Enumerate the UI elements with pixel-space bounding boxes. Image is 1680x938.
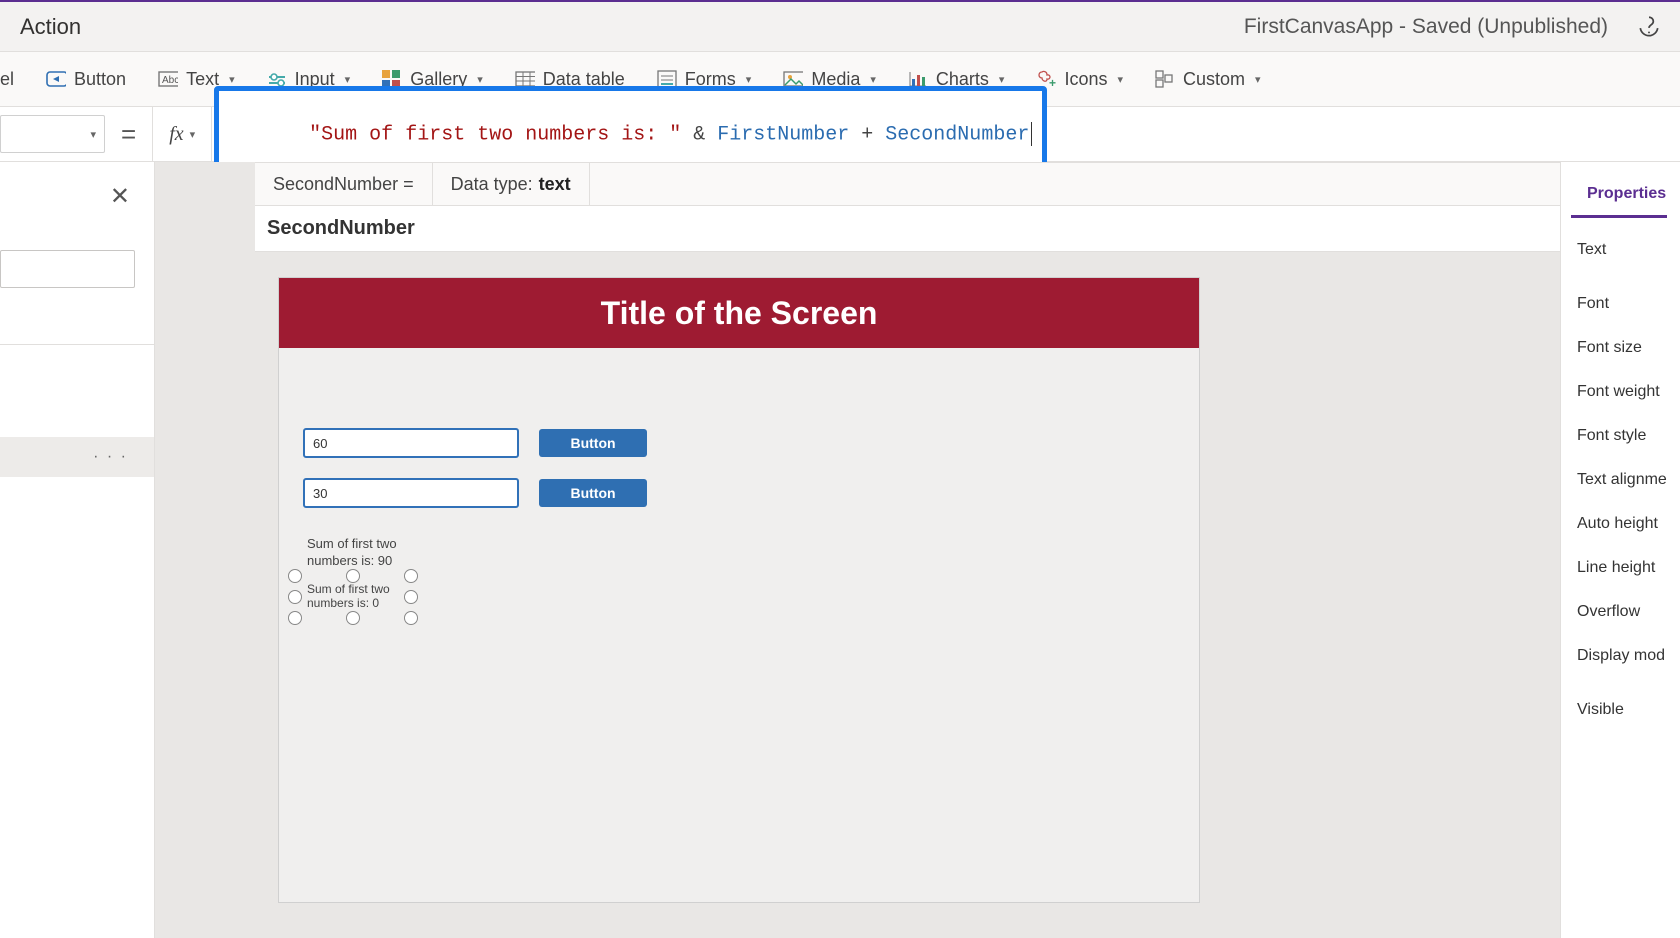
prop-auto-height[interactable]: Auto height	[1561, 502, 1680, 546]
chevron-down-icon: ▾	[746, 73, 752, 86]
ribbon-button[interactable]: Button	[30, 69, 142, 90]
prop-font[interactable]: Font	[1561, 282, 1680, 326]
prop-font-size[interactable]: Font size	[1561, 326, 1680, 370]
prop-text[interactable]: Text	[1561, 228, 1680, 272]
ribbon-custom[interactable]: Custom▾	[1139, 69, 1277, 90]
ribbon-tab-action[interactable]: Action	[0, 14, 101, 40]
button-2[interactable]: Button	[539, 479, 647, 507]
text-input-1[interactable]: 60	[303, 428, 519, 458]
chevron-down-icon: ▾	[477, 73, 483, 86]
chevron-down-icon: ▾	[90, 128, 96, 141]
text-icon: Abc	[158, 69, 178, 89]
button-icon	[46, 69, 66, 89]
ribbon-prev-partial[interactable]: el	[0, 69, 30, 90]
equals-sign: =	[105, 119, 152, 150]
text-input-2[interactable]: 30	[303, 478, 519, 508]
intellisense-datatype: Data type: text	[433, 163, 590, 205]
tree-item-selected[interactable]: · · ·	[0, 437, 154, 477]
help-icon[interactable]	[1636, 14, 1662, 40]
screen-title-label[interactable]: Title of the Screen	[279, 278, 1199, 348]
prop-display-mode[interactable]: Display mod	[1561, 634, 1680, 678]
resize-handle[interactable]	[346, 569, 360, 583]
prop-font-style[interactable]: Font style	[1561, 414, 1680, 458]
fx-button[interactable]: fx▾	[152, 107, 212, 162]
svg-text:+: +	[1049, 76, 1056, 88]
close-icon[interactable]: ✕	[110, 182, 130, 211]
tree-view-panel: ✕ · · ·	[0, 162, 155, 938]
chevron-down-icon: ▾	[345, 73, 351, 86]
formula-bar: ▾ = fx▾ "Sum of first two numbers is: " …	[0, 107, 1680, 162]
resize-handle[interactable]	[404, 590, 418, 604]
chevron-down-icon: ▾	[999, 73, 1005, 86]
intellisense-info-bar: SecondNumber = Data type: text	[255, 162, 1560, 206]
more-icon[interactable]: · · ·	[93, 448, 128, 466]
svg-text:Abc: Abc	[162, 75, 178, 86]
properties-panel: Properties Text Font Font size Font weig…	[1560, 162, 1680, 938]
button-1[interactable]: Button	[539, 429, 647, 457]
chevron-down-icon: ▾	[190, 128, 196, 141]
resize-handle[interactable]	[288, 569, 302, 583]
canvas-area: SecondNumber = Data type: text SecondNum…	[155, 162, 1560, 938]
title-bar: Action FirstCanvasApp - Saved (Unpublish…	[0, 2, 1680, 52]
intellisense-current: SecondNumber =	[255, 163, 433, 205]
property-selector[interactable]: ▾	[0, 115, 105, 153]
chevron-down-icon: ▾	[870, 73, 876, 86]
properties-tab[interactable]: Properties	[1571, 172, 1667, 218]
chevron-down-icon: ▾	[229, 73, 235, 86]
resize-handle[interactable]	[346, 611, 360, 625]
app-status: FirstCanvasApp - Saved (Unpublished)	[1244, 15, 1608, 39]
custom-icon	[1155, 69, 1175, 89]
chevron-down-icon: ▾	[1255, 73, 1261, 86]
prop-line-height[interactable]: Line height	[1561, 546, 1680, 590]
prop-overflow[interactable]: Overflow	[1561, 590, 1680, 634]
prop-visible[interactable]: Visible	[1561, 688, 1680, 732]
result-label-2-text: Sum of first two numbers is: 0	[307, 582, 399, 611]
intellisense-suggestion[interactable]: SecondNumber	[255, 206, 1560, 252]
resize-handle[interactable]	[288, 611, 302, 625]
tree-search-input[interactable]	[0, 250, 135, 288]
chevron-down-icon: ▾	[1117, 73, 1123, 86]
resize-handle[interactable]	[288, 590, 302, 604]
prop-font-weight[interactable]: Font weight	[1561, 370, 1680, 414]
result-label-2-selected[interactable]: Sum of first two numbers is: 0	[295, 576, 411, 618]
resize-handle[interactable]	[404, 569, 418, 583]
resize-handle[interactable]	[404, 611, 418, 625]
screen-canvas[interactable]: Title of the Screen 60 Button 30 Button …	[279, 278, 1199, 902]
result-label-1[interactable]: Sum of first two numbers is: 90	[307, 536, 427, 570]
prop-text-alignment[interactable]: Text alignme	[1561, 458, 1680, 502]
